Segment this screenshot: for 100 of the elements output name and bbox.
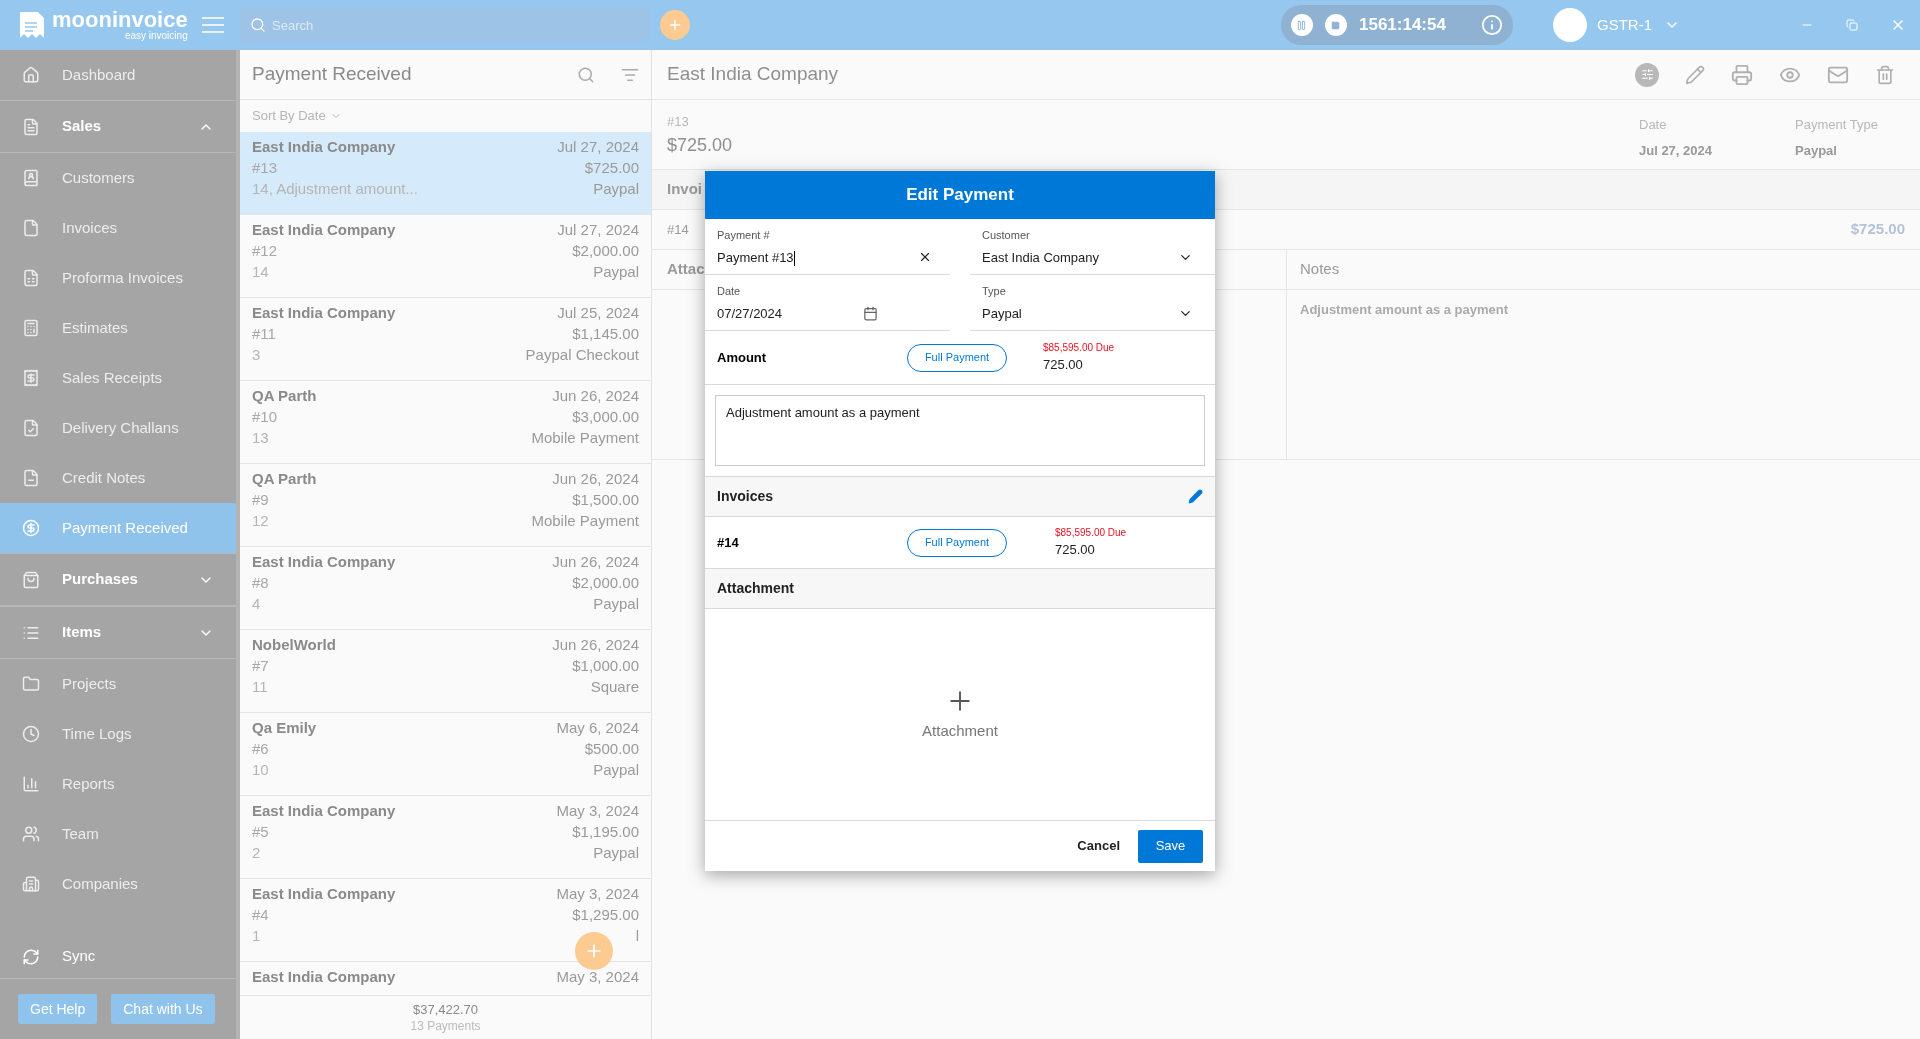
invoice-reference: 14: [252, 262, 269, 282]
section-title: Attachment: [717, 579, 794, 598]
app-name: mooninvoice: [52, 9, 188, 31]
search-icon: [250, 17, 266, 33]
input-field[interactable]: Payment #13: [717, 247, 938, 267]
payment-amount: $1,295.00: [572, 905, 639, 925]
receipt-icon: [22, 369, 40, 387]
payment-type: Paypal: [1795, 141, 1838, 160]
sidebar-section[interactable]: Sales: [0, 100, 236, 153]
adjust-button[interactable]: [1635, 62, 1659, 87]
payment-amount: $1,145.00: [572, 324, 639, 344]
people-icon: [22, 825, 40, 843]
sidebar-item[interactable]: Dashboard: [0, 50, 236, 100]
calculator-icon: [22, 319, 40, 337]
customer-name: East India Company: [252, 967, 396, 987]
payment-amount: $3,000.00: [572, 407, 639, 427]
save-button[interactable]: Save: [1138, 829, 1203, 863]
receipt-logo-icon: [18, 11, 46, 39]
sidebar-item[interactable]: Delivery Challans: [0, 403, 236, 453]
payment-type: Square: [590, 677, 639, 697]
dropdown-field[interactable]: East India Company: [982, 247, 1203, 267]
due-amount: $85,595.00 Due: [1043, 341, 1115, 356]
sidebar-item[interactable]: Projects: [0, 659, 236, 709]
input-field[interactable]: 07/27/2024: [717, 303, 938, 323]
sidebar-section[interactable]: Purchases: [0, 553, 236, 606]
building-icon: [22, 875, 40, 893]
sidebar-item[interactable]: Payment Received: [0, 503, 236, 553]
folder-icon: [22, 675, 40, 693]
stop-button[interactable]: [1325, 14, 1347, 36]
sidebar-item[interactable]: Time Logs: [0, 709, 236, 759]
add-attachment-button[interactable]: Attachment: [922, 686, 998, 743]
dialog-title: Edit Payment: [906, 184, 1014, 207]
invoice-reference: 14, Adjustment amount...: [252, 179, 418, 199]
printer-icon[interactable]: [1731, 63, 1753, 86]
customer-name: East India Company: [252, 884, 396, 904]
list-title: Payment Received: [252, 62, 413, 87]
menu-icon[interactable]: [201, 17, 224, 33]
payment-number: #11: [252, 324, 276, 344]
contact-book-icon: [22, 169, 40, 187]
sidebar-item[interactable]: Reports: [0, 759, 236, 809]
payment-amount: $1,000.00: [572, 656, 639, 676]
add-button[interactable]: [660, 10, 690, 40]
field-label: Date: [717, 284, 742, 299]
payment-date: Jul 25, 2024: [557, 303, 639, 323]
sidebar-item[interactable]: Team: [0, 809, 236, 859]
invoice-reference: 3: [252, 345, 261, 365]
document-icon: [22, 117, 40, 136]
payment-type: l: [635, 926, 639, 946]
payment-date: May 3, 2024: [556, 967, 639, 987]
edit-icon[interactable]: [1685, 64, 1705, 85]
sidebar-item[interactable]: Credit Notes: [0, 453, 236, 503]
calendar-icon[interactable]: [863, 305, 878, 321]
sidebar-section[interactable]: Items: [0, 606, 236, 659]
dollar-circle-icon: [22, 519, 40, 537]
payment-number: #7: [252, 656, 269, 676]
field-label: Customer: [982, 228, 1031, 243]
amount-label: Amount: [717, 348, 768, 367]
help-button[interactable]: Chat with Us: [111, 994, 215, 1024]
company-name[interactable]: GSTR-1: [1597, 13, 1652, 37]
sidebar-item[interactable]: Companies: [0, 859, 236, 909]
sidebar-item[interactable]: Customers: [0, 153, 236, 203]
invoice-number: #14: [667, 220, 689, 239]
dropdown-field[interactable]: Paypal: [982, 303, 1203, 323]
clock-icon: [22, 725, 40, 743]
sort-dropdown[interactable]: Sort By Date: [240, 100, 651, 132]
info-icon[interactable]: [1481, 14, 1503, 36]
search-field[interactable]: Search: [240, 8, 650, 42]
sync-icon: [22, 947, 40, 966]
payment-date: Jun 26, 2024: [552, 635, 639, 655]
sidebar-item[interactable]: Sales Receipts: [0, 353, 236, 403]
notes-field[interactable]: Adjustment amount as a payment: [715, 395, 1205, 466]
document-icon: [22, 469, 40, 487]
amount-field[interactable]: 725.00: [1043, 355, 1115, 375]
payment-type: Paypal: [593, 179, 639, 199]
customer-name: Qa Emily: [252, 718, 317, 738]
help-button[interactable]: Get Help: [18, 994, 98, 1024]
field-label: Payment #: [717, 228, 771, 243]
search-icon[interactable]: [577, 65, 595, 84]
cancel-button[interactable]: Cancel: [1073, 836, 1124, 856]
bar-chart-icon: [22, 775, 40, 793]
payment-date: Jun 26, 2024: [552, 386, 639, 406]
timer-text: 1561:14:54: [1359, 14, 1447, 37]
sidebar-item[interactable]: Invoices: [0, 203, 236, 253]
sidebar-item[interactable]: Estimates: [0, 303, 236, 353]
invoice-amount: $725.00: [1850, 219, 1905, 240]
restore-icon[interactable]: [1846, 19, 1858, 31]
sidebar-item[interactable]: Proforma Invoices: [0, 253, 236, 303]
pause-button[interactable]: [1291, 14, 1313, 36]
customer-name: East India Company: [252, 220, 396, 240]
payment-row[interactable]: East India Company Jul 27, 2024 #13 $725.00 14, Adjustment amount... Paypal: [240, 132, 651, 215]
document-icon: [22, 219, 40, 237]
payment-type: Paypal: [593, 843, 639, 863]
customer-name: NobelWorld: [252, 635, 336, 655]
trash-icon[interactable]: [1875, 64, 1895, 85]
edit-icon[interactable]: [1188, 489, 1203, 504]
payment-type: Mobile Payment: [531, 511, 639, 531]
notes-text: Adjustment amount as a payment: [1299, 301, 1510, 319]
section-title: Invoi: [667, 179, 702, 200]
company-avatar[interactable]: [1553, 8, 1587, 42]
amount-field[interactable]: 725.00: [1055, 540, 1127, 560]
